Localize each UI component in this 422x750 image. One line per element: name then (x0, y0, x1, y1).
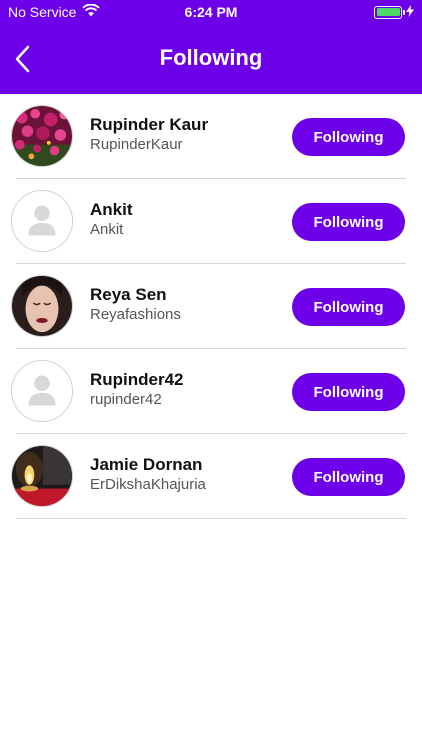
list-item[interactable]: Reya Sen Reyafashions Following (0, 264, 422, 349)
following-button[interactable]: Following (292, 288, 405, 326)
following-button[interactable]: Following (292, 458, 405, 496)
default-person-icon (12, 361, 72, 421)
user-handle: ErDikshaKhajuria (90, 476, 206, 493)
avatar[interactable] (11, 445, 73, 507)
user-handle: Ankit (90, 221, 124, 238)
following-button[interactable]: Following (292, 203, 405, 241)
list-item[interactable]: Rupinder42 rupinder42 Following (0, 349, 422, 434)
avatar[interactable] (11, 275, 73, 337)
following-button[interactable]: Following (292, 373, 405, 411)
user-name: Rupinder Kaur (90, 115, 209, 134)
list-item[interactable]: Rupinder Kaur RupinderKaur Following (0, 94, 422, 179)
user-name: Rupinder42 (90, 370, 184, 389)
status-bar: No Service 6:24 PM (0, 0, 422, 24)
user-name: Jamie Dornan (90, 455, 203, 474)
avatar[interactable] (11, 105, 73, 167)
page-title: Following (159, 45, 263, 70)
divider (16, 518, 406, 519)
status-right (374, 4, 414, 20)
following-button[interactable]: Following (292, 118, 405, 156)
user-name: Reya Sen (90, 285, 167, 304)
charging-icon (406, 4, 414, 20)
flowers-photo (12, 106, 72, 166)
list-item[interactable]: Jamie Dornan ErDikshaKhajuria Following (0, 434, 422, 519)
battery-fill (376, 8, 400, 16)
following-list: Rupinder Kaur RupinderKaur Following Ank… (0, 94, 422, 519)
user-handle: Reyafashions (90, 306, 181, 323)
list-item[interactable]: Ankit Ankit Following (0, 179, 422, 264)
status-time: 6:24 PM (184, 4, 238, 20)
candle-photo (12, 446, 72, 506)
user-handle: RupinderKaur (90, 136, 183, 153)
battery-icon (374, 5, 405, 19)
nav-bar: Following (0, 24, 422, 94)
avatar[interactable] (11, 190, 73, 252)
avatar[interactable] (11, 360, 73, 422)
user-handle: rupinder42 (90, 391, 162, 408)
default-person-icon (12, 191, 72, 251)
portrait-photo (12, 276, 72, 336)
user-name: Ankit (90, 200, 133, 219)
